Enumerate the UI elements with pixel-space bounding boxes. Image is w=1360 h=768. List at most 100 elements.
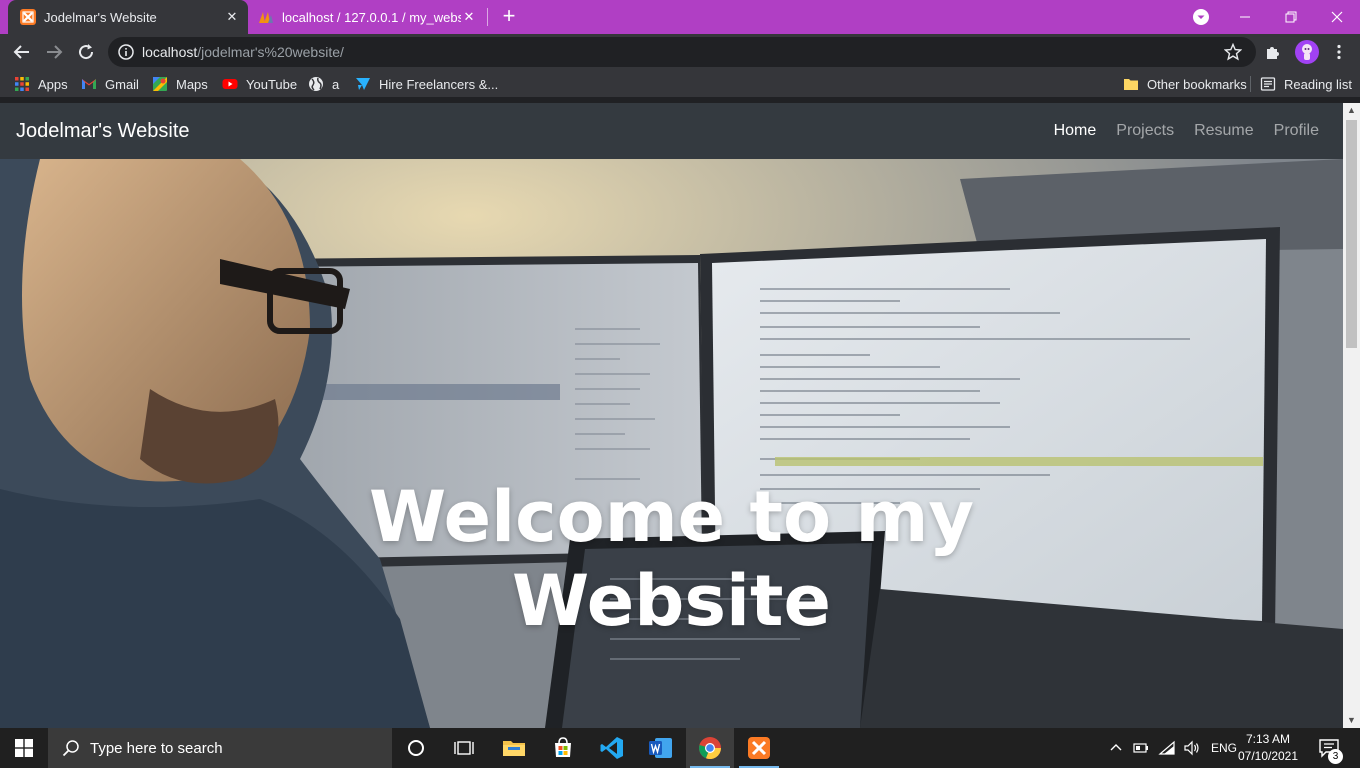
back-button[interactable]: [11, 41, 33, 63]
bookmark-label: YouTube: [246, 76, 298, 92]
wifi-icon[interactable]: [1158, 740, 1176, 756]
maps-icon: [153, 77, 167, 91]
bookmark-a[interactable]: a: [308, 75, 339, 93]
microsoft-store-button[interactable]: [539, 728, 587, 768]
start-button[interactable]: [0, 728, 48, 768]
file-explorer-button[interactable]: [490, 728, 538, 768]
minimize-button[interactable]: [1222, 0, 1268, 34]
vscode-icon: [600, 737, 623, 759]
tab-phpmyadmin[interactable]: localhost / 127.0.0.1 / my_website ✕: [250, 0, 485, 34]
other-bookmarks-label: Other bookmarks: [1147, 76, 1247, 92]
scroll-down-icon[interactable]: ▼: [1343, 713, 1360, 728]
menu-button[interactable]: [1328, 41, 1350, 63]
profile-icon: [1302, 44, 1312, 60]
xampp-button[interactable]: [735, 728, 783, 768]
bookmark-label: Maps: [176, 76, 208, 92]
bookmark-label: Gmail: [105, 76, 139, 92]
close-tab-icon[interactable]: ✕: [224, 9, 240, 25]
tab-strip: Jodelmar's Website ✕ localhost / 127.0.0…: [0, 0, 1360, 34]
page-viewport: Jodelmar's Website Home Projects Resume …: [0, 103, 1343, 728]
forward-button[interactable]: [43, 41, 65, 63]
restore-button[interactable]: [1268, 0, 1314, 34]
apps-grid-icon: [15, 77, 29, 91]
url-host: localhost: [142, 44, 198, 60]
task-view-button[interactable]: [440, 728, 488, 768]
bookmark-youtube[interactable]: YouTube: [222, 75, 297, 93]
arrow-right-icon: [47, 45, 63, 59]
language-indicator[interactable]: ENG: [1211, 741, 1237, 755]
bookmark-label: Apps: [38, 76, 68, 92]
cortana-icon: [408, 740, 424, 756]
nav-link-projects[interactable]: Projects: [1116, 122, 1174, 140]
word-icon: [649, 738, 672, 758]
close-window-button[interactable]: [1314, 0, 1360, 34]
close-tab-icon[interactable]: ✕: [461, 9, 477, 25]
task-view-icon: [454, 741, 474, 755]
new-tab-button[interactable]: +: [498, 5, 520, 28]
hero-section: Welcome to my Website: [0, 159, 1343, 728]
bookmark-star-icon[interactable]: [1224, 43, 1242, 61]
extensions-button[interactable]: [1262, 41, 1284, 63]
bookmark-maps[interactable]: Maps: [152, 75, 208, 93]
scroll-up-icon[interactable]: ▲: [1343, 103, 1360, 118]
chrome-button[interactable]: [686, 728, 734, 768]
chevron-up-icon[interactable]: [1108, 740, 1124, 756]
reading-list-icon: [1260, 77, 1276, 91]
scrollbar-thumb[interactable]: [1346, 120, 1357, 348]
volume-icon[interactable]: [1183, 740, 1201, 756]
nav-link-resume[interactable]: Resume: [1194, 122, 1254, 140]
clock-time: 7:13 AM: [1245, 732, 1291, 746]
page-scrollbar[interactable]: ▲ ▼: [1343, 103, 1360, 728]
nav-link-home[interactable]: Home: [1054, 122, 1097, 140]
tab-jodelmars-website[interactable]: Jodelmar's Website ✕: [8, 0, 248, 34]
hero-heading: Welcome to my Website: [0, 475, 1343, 643]
profile-avatar[interactable]: [1295, 40, 1319, 64]
tab-search-icon[interactable]: [1192, 8, 1210, 26]
tab-title: Jodelmar's Website: [44, 9, 157, 25]
phpmyadmin-icon: [259, 12, 273, 23]
info-icon[interactable]: [118, 44, 134, 60]
reading-list-button[interactable]: Reading list: [1260, 75, 1352, 93]
notification-badge: 3: [1328, 749, 1343, 764]
site-navbar: Jodelmar's Website Home Projects Resume …: [0, 103, 1343, 159]
gmail-icon: [82, 79, 96, 89]
battery-icon[interactable]: [1133, 740, 1149, 756]
bookmark-label: Hire Freelancers &...: [379, 76, 499, 92]
folder-icon: [1124, 79, 1138, 90]
hero-heading-line2: Website: [512, 560, 831, 642]
minimize-icon: [1240, 16, 1250, 18]
cortana-button[interactable]: [392, 728, 440, 768]
chrome-icon: [699, 737, 722, 760]
url-path: /jodelmar's%20website/: [197, 44, 344, 60]
globe-icon: [309, 77, 323, 91]
bookmark-hire-freelancers[interactable]: Hire Freelancers &...: [355, 75, 498, 93]
site-brand[interactable]: Jodelmar's Website: [16, 120, 190, 143]
folder-icon: [503, 741, 525, 756]
bookmark-apps[interactable]: Apps: [14, 75, 68, 93]
bookmarks-bar: Apps Gmail Maps YouTube a Hire Freelance…: [0, 70, 1360, 98]
bookmark-gmail[interactable]: Gmail: [81, 75, 139, 93]
clock-date: 07/10/2021: [1237, 749, 1299, 763]
xampp-icon: [20, 9, 36, 25]
address-bar[interactable]: localhost/jodelmar's%20website/: [108, 37, 1256, 67]
freelancer-icon: [356, 78, 370, 90]
vscode-button[interactable]: [588, 728, 636, 768]
more-vert-icon: [1337, 44, 1341, 60]
clock[interactable]: 7:13 AM 07/10/2021: [1236, 731, 1300, 765]
url-text: localhost/jodelmar's%20website/: [142, 44, 344, 60]
bookmarks-divider: [1250, 76, 1251, 92]
reading-list-label: Reading list: [1284, 76, 1352, 92]
word-button[interactable]: [637, 728, 685, 768]
reload-icon: [79, 44, 94, 60]
site-nav-links: Home Projects Resume Profile: [1054, 122, 1319, 140]
tab-divider: [487, 8, 488, 26]
nav-link-profile[interactable]: Profile: [1274, 122, 1319, 140]
windows-taskbar: Type here to search ENG 7:13 AM 07/10/20…: [0, 728, 1360, 768]
taskbar-search[interactable]: Type here to search: [48, 728, 392, 768]
reload-button[interactable]: [75, 41, 97, 63]
search-placeholder: Type here to search: [90, 739, 223, 757]
windows-logo-icon: [15, 739, 33, 757]
bookmark-label: a: [332, 76, 340, 92]
other-bookmarks-folder[interactable]: Other bookmarks: [1123, 75, 1247, 93]
xampp-icon: [748, 737, 770, 759]
